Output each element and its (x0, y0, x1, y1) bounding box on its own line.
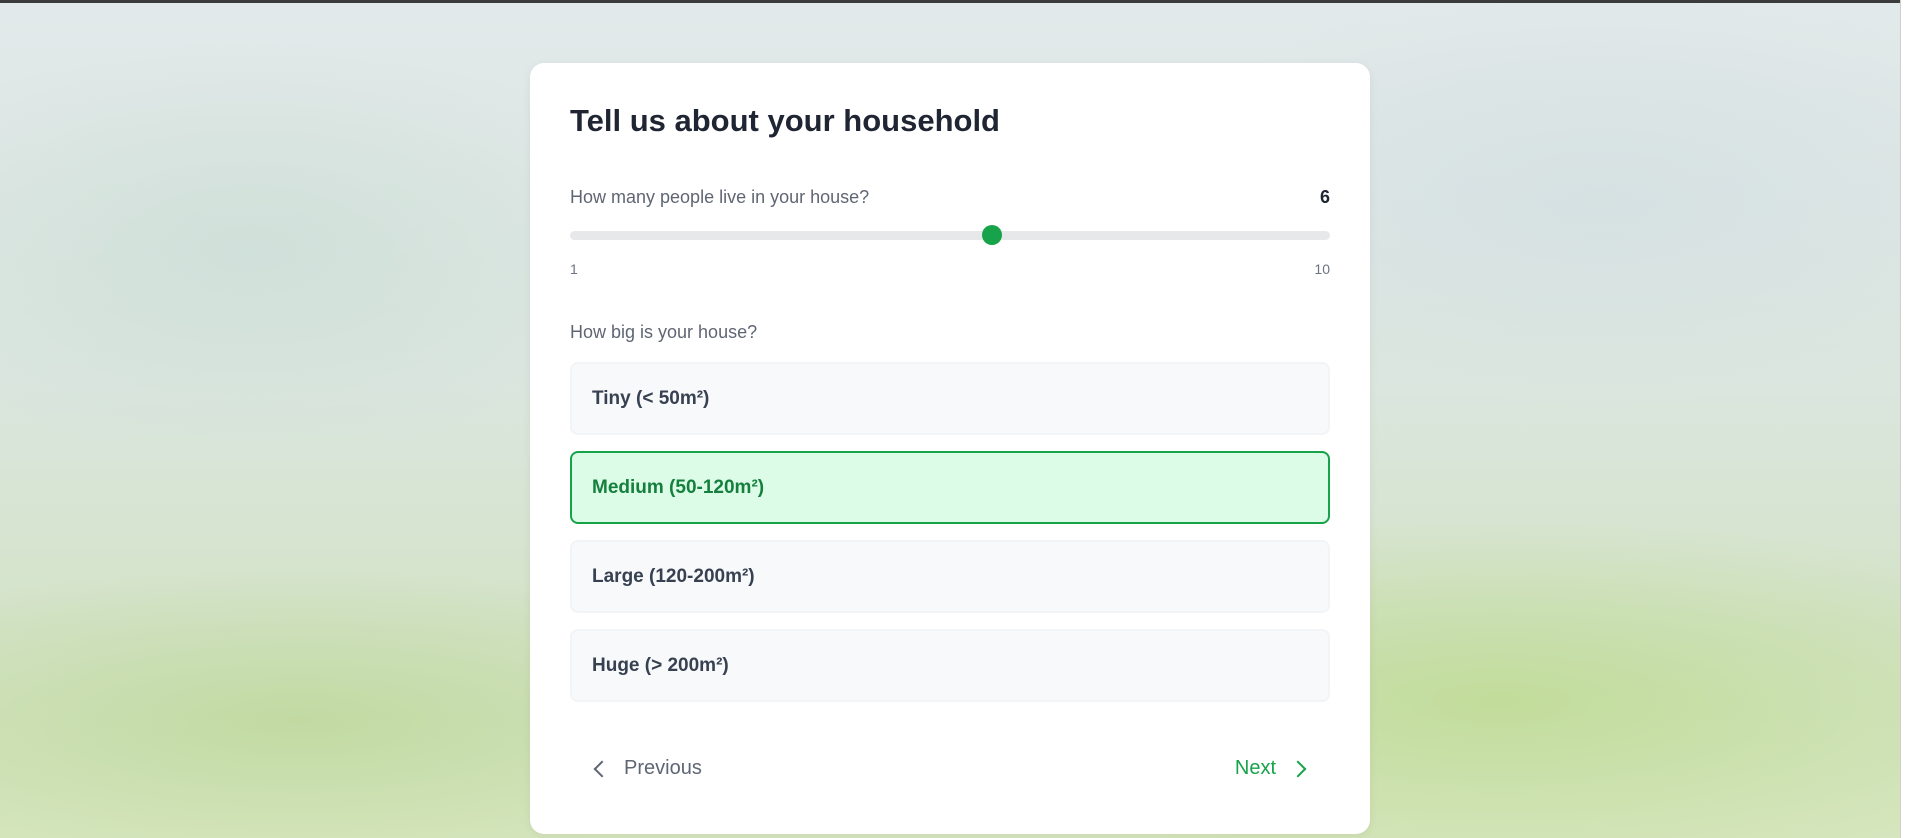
survey-card: Tell us about your household How many pe… (530, 63, 1370, 834)
option-label: Tiny (< 50m²) (592, 387, 710, 409)
previous-button[interactable]: Previous (592, 757, 702, 780)
option-label: Large (120-200m²) (592, 565, 755, 587)
chevron-right-icon (1289, 760, 1307, 777)
option-label: Medium (50-120m²) (592, 476, 765, 498)
option-label: Huge (> 200m²) (592, 654, 729, 676)
people-question-label: How many people live in your house? (570, 187, 870, 207)
house-size-option-large[interactable]: Large (120-200m²) (570, 540, 1330, 613)
next-button[interactable]: Next (1235, 757, 1308, 780)
chevron-left-icon (593, 760, 611, 777)
slider-min-label: 1 (570, 261, 578, 277)
slider-max-label: 10 (1314, 261, 1330, 277)
window-top-border (0, 0, 1908, 3)
house-size-question-label: How big is your house? (570, 322, 758, 342)
page-title: Tell us about your household (570, 103, 1000, 138)
house-size-options: Tiny (< 50m²) Medium (50-120m²) Large (1… (570, 362, 1330, 718)
people-slider-thumb[interactable] (981, 225, 1002, 245)
previous-label: Previous (624, 757, 702, 779)
house-size-option-tiny[interactable]: Tiny (< 50m²) (570, 362, 1330, 435)
people-count-value: 6 (1319, 187, 1330, 207)
people-slider-track[interactable] (570, 225, 1330, 245)
next-label: Next (1234, 757, 1276, 779)
house-size-option-huge[interactable]: Huge (> 200m²) (570, 629, 1330, 702)
house-size-option-medium[interactable]: Medium (50-120m²) (570, 451, 1330, 524)
scrollbar[interactable] (1900, 0, 1908, 838)
